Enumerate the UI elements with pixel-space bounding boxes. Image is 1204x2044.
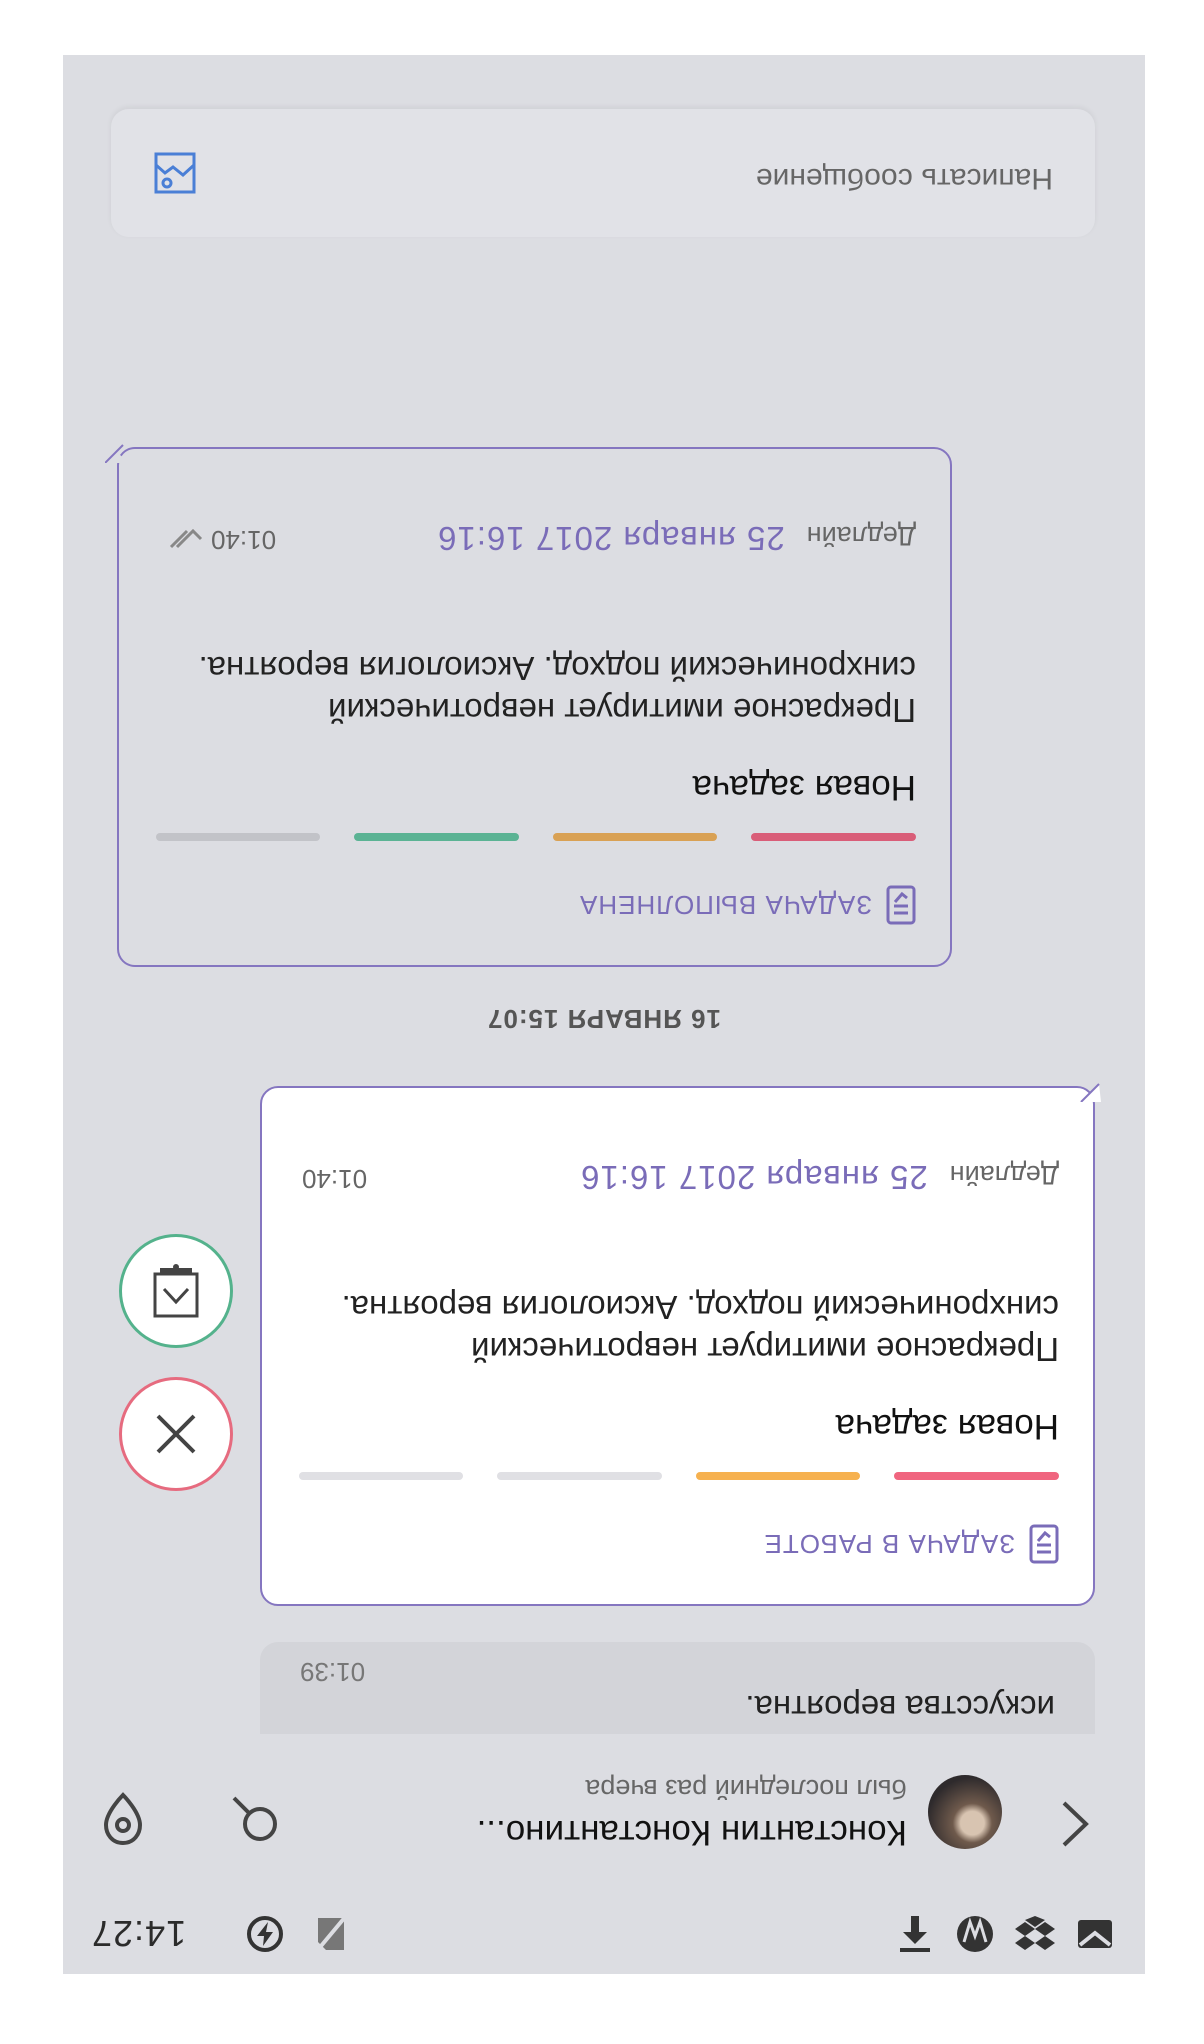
task-card-done[interactable]: ЗАДАЧА ВЫПОЛНЕНА Новая задача Прекрасное… — [117, 447, 952, 967]
progress-segment — [553, 833, 718, 841]
progress-segment — [497, 1472, 662, 1480]
message-time-value: 01:40 — [211, 525, 277, 555]
progress-segment — [751, 833, 916, 841]
progress-segment — [354, 833, 519, 841]
task-icon — [886, 885, 916, 925]
back-button[interactable] — [1035, 1784, 1115, 1864]
status-time: 14:27 — [91, 1913, 187, 1954]
progress-segment — [894, 1472, 1059, 1480]
message-time: 01:40 — [302, 1164, 368, 1194]
task-description: Прекрасное имитирует невротический синхр… — [198, 650, 916, 729]
task-progress-bars — [299, 1472, 1059, 1480]
message-time: 01:40 — [159, 524, 276, 555]
chat-header: Константин Константино... был последний … — [63, 1754, 1145, 1894]
phone-screen: 14:27 Константин Константино... был посл… — [63, 55, 1145, 1974]
close-icon — [156, 1414, 196, 1454]
status-bar: 14:27 — [63, 1894, 1145, 1974]
message-time: 01:39 — [300, 1657, 366, 1687]
accept-task-icon — [153, 1264, 199, 1318]
attach-image-button[interactable] — [151, 149, 199, 197]
progress-segment — [156, 833, 321, 841]
task-deadline: Дедлайн 25 января 2017 16:16 — [437, 519, 916, 557]
task-title: Новая задача — [692, 768, 916, 807]
wordpress-icon — [955, 1914, 995, 1954]
day-separator: 16 ЯНВАРЯ 15:07 — [487, 1004, 721, 1034]
location-button[interactable] — [93, 1789, 153, 1849]
task-icon — [1029, 1524, 1059, 1564]
message-input[interactable]: Написать сообщение — [756, 161, 1053, 195]
deadline-date: 25 января 2017 16:16 — [580, 1159, 928, 1196]
image-icon — [154, 152, 196, 194]
accept-task-button[interactable] — [119, 1234, 233, 1348]
task-title: Новая задача — [835, 1407, 1059, 1446]
contact-name[interactable]: Константин Константино... — [477, 1812, 907, 1852]
last-seen: был последний раз вчера — [585, 1774, 907, 1804]
message-bubble[interactable]: искусства вероятна. 01:39 — [260, 1642, 1095, 1734]
no-sim-icon — [311, 1914, 351, 1954]
task-deadline: Дедлайн 25 января 2017 16:16 — [580, 1158, 1059, 1196]
deadline-label: Дедлайн — [949, 1160, 1059, 1190]
gmail-icon — [1075, 1914, 1115, 1954]
search-button[interactable] — [225, 1789, 285, 1849]
screen: 14:27 Константин Константино... был посл… — [0, 0, 1204, 2044]
bubble-tail — [105, 444, 129, 463]
task-status-header: ЗАДАЧА ВЫПОЛНЕНА — [579, 885, 916, 925]
deadline-date: 25 января 2017 16:16 — [437, 520, 785, 557]
dropbox-icon — [1015, 1914, 1055, 1954]
avatar[interactable] — [928, 1775, 1002, 1849]
task-status-label: ЗАДАЧА В РАБОТЕ — [763, 1529, 1015, 1560]
task-progress-bars — [156, 833, 916, 841]
reject-task-button[interactable] — [119, 1377, 233, 1491]
message-composer[interactable]: Написать сообщение — [111, 109, 1095, 237]
deadline-label: Дедлайн — [806, 521, 916, 551]
task-card-in-work[interactable]: ЗАДАЧА В РАБОТЕ Новая задача Прекрасное … — [260, 1086, 1095, 1606]
task-description: Прекрасное имитирует невротический синхр… — [341, 1289, 1059, 1368]
double-check-icon — [169, 529, 203, 549]
upload-icon — [895, 1914, 935, 1954]
message-text: искусства вероятна. — [745, 1689, 1055, 1726]
bubble-tail — [1080, 1083, 1101, 1102]
progress-segment — [696, 1472, 861, 1480]
data-saver-icon — [245, 1914, 285, 1954]
task-status-header: ЗАДАЧА В РАБОТЕ — [764, 1524, 1059, 1564]
location-icon — [103, 1792, 143, 1846]
back-icon — [1062, 1801, 1089, 1847]
search-icon — [232, 1796, 277, 1841]
progress-segment — [299, 1472, 464, 1480]
task-status-label: ЗАДАЧА ВЫПОЛНЕНА — [579, 890, 872, 921]
